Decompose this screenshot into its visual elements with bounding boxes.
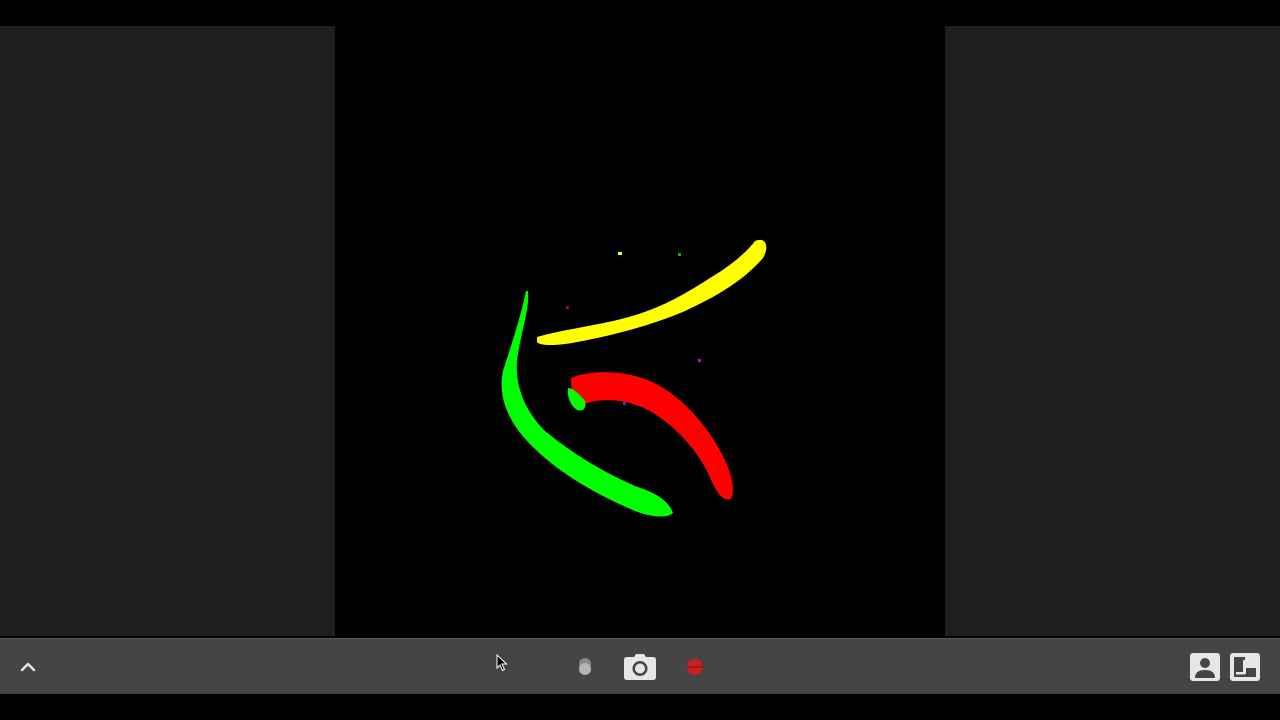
purple-dot xyxy=(698,359,701,362)
blue-dot xyxy=(623,402,626,405)
green-dot xyxy=(678,253,681,256)
yellow-dot xyxy=(618,252,622,255)
canvas-drawing xyxy=(501,239,767,517)
image-icon xyxy=(1190,653,1220,681)
app-window xyxy=(0,0,1280,720)
double-dot-icon xyxy=(579,658,591,675)
screenshot-button[interactable] xyxy=(622,651,658,683)
mouse-cursor-icon xyxy=(496,653,508,672)
gallery-button[interactable] xyxy=(1188,650,1222,684)
red-dot xyxy=(566,306,569,309)
chevron-up-icon xyxy=(20,662,36,672)
expand-toolbar-button[interactable] xyxy=(12,651,44,683)
record-dot-icon xyxy=(687,659,703,675)
yellow-stroke xyxy=(537,239,767,345)
bottom-toolbar xyxy=(0,638,1280,694)
left-side-panel xyxy=(0,26,335,636)
drawing-canvas[interactable] xyxy=(335,26,945,636)
picture-in-picture-button[interactable] xyxy=(1228,650,1262,684)
overlay-toggle-button[interactable] xyxy=(571,653,599,681)
bottom-strip xyxy=(0,694,1280,720)
pip-icon xyxy=(1230,653,1260,681)
right-side-panel xyxy=(945,26,1280,636)
record-button[interactable] xyxy=(681,653,709,681)
camera-icon xyxy=(624,654,656,680)
